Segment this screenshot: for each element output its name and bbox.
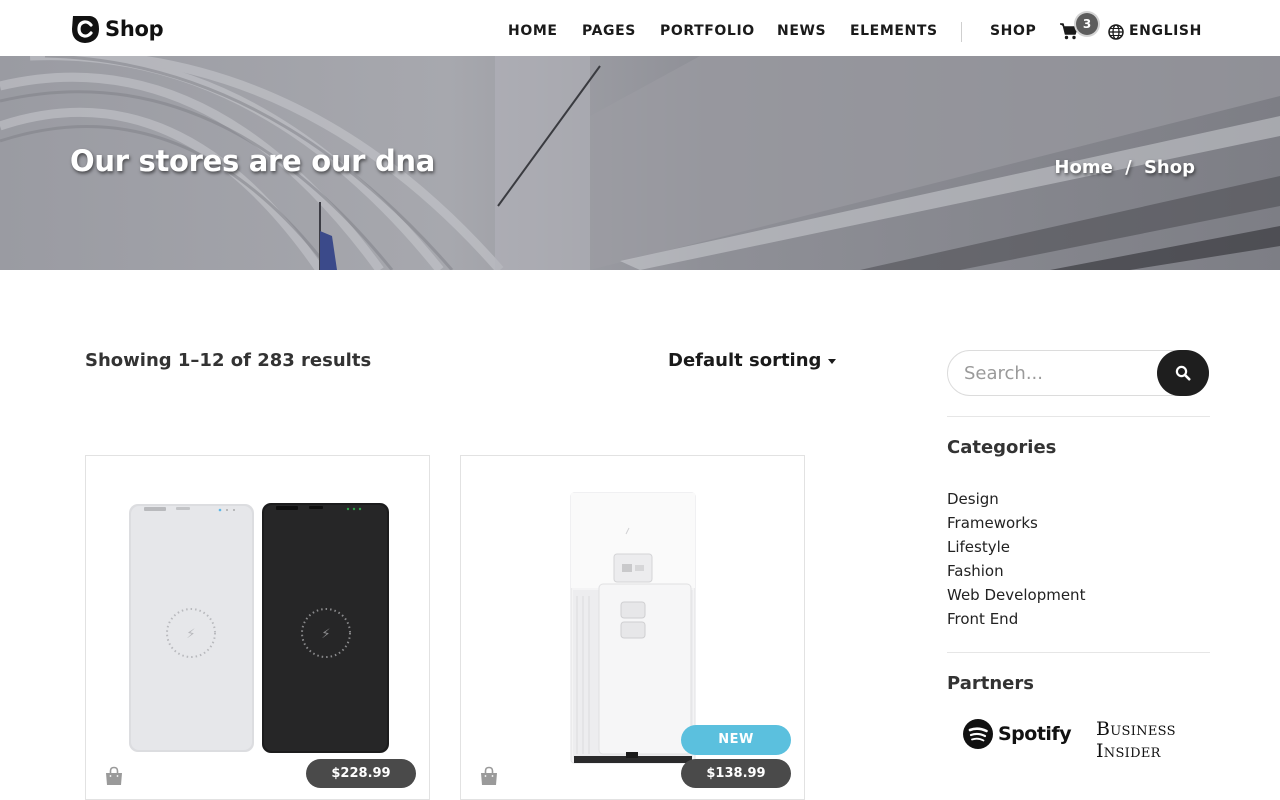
nav-portfolio[interactable]: PORTFOLIO xyxy=(660,22,755,40)
product-image-power-bank: ⚡ ⚡ xyxy=(129,503,389,753)
shopping-bag-icon[interactable] xyxy=(104,766,124,786)
search-button[interactable] xyxy=(1157,350,1209,396)
partner-logo-business-insider[interactable]: Business Insider xyxy=(1096,718,1176,762)
new-badge: NEW xyxy=(681,725,791,755)
shopping-bag-icon[interactable] xyxy=(479,766,499,786)
caret-down-icon xyxy=(828,359,837,364)
sidebar-divider xyxy=(947,416,1210,417)
top-header: Shop HOME PAGES PORTFOLIO NEWS ELEMENTS … xyxy=(0,0,1280,56)
breadcrumb-current: Shop xyxy=(1143,157,1195,178)
category-link-front-end[interactable]: Front End xyxy=(947,607,1085,631)
product-price: $228.99 xyxy=(306,759,416,788)
logo-text: Shop xyxy=(105,17,164,41)
nav-pages[interactable]: PAGES xyxy=(582,22,636,40)
svg-text:⚡: ⚡ xyxy=(186,627,195,642)
product-card[interactable]: ⚡ ⚡ $228.99 xyxy=(85,455,430,800)
bi-wordmark-line2: Insider xyxy=(1096,740,1161,762)
nav-divider xyxy=(961,22,962,42)
result-count: Showing 1–12 of 283 results xyxy=(85,350,372,371)
hero-title: Our stores are our dna xyxy=(70,144,436,178)
category-list: Design Frameworks Lifestyle Fashion Web … xyxy=(947,487,1085,631)
language-selector[interactable]: ENGLISH xyxy=(1129,22,1202,40)
sidebar-divider xyxy=(947,652,1210,653)
category-link-design[interactable]: Design xyxy=(947,487,1085,511)
breadcrumb-separator: / xyxy=(1125,157,1132,178)
svg-text:⚡: ⚡ xyxy=(321,627,330,642)
spotify-wordmark: Spotify xyxy=(998,723,1072,745)
category-link-web-development[interactable]: Web Development xyxy=(947,583,1085,607)
nav-home[interactable]: HOME xyxy=(508,22,558,40)
category-link-lifestyle[interactable]: Lifestyle xyxy=(947,535,1085,559)
globe-icon[interactable] xyxy=(1108,24,1124,40)
nav-elements[interactable]: ELEMENTS xyxy=(850,22,938,40)
sorting-label: Default sorting xyxy=(668,350,822,371)
page-hero-banner: Our stores are our dna Home / Shop xyxy=(0,56,1280,270)
categories-title: Categories xyxy=(947,437,1057,458)
breadcrumb: Home / Shop xyxy=(1054,157,1195,178)
category-link-frameworks[interactable]: Frameworks xyxy=(947,511,1085,535)
partner-logo-spotify[interactable]: Spotify xyxy=(962,718,1072,750)
nav-shop[interactable]: SHOP xyxy=(990,22,1036,40)
cart-count-badge: 3 xyxy=(1076,13,1098,35)
product-card[interactable]: NEW $138.99 xyxy=(460,455,805,800)
nav-news[interactable]: NEWS xyxy=(777,22,826,40)
product-price: $138.99 xyxy=(681,759,791,788)
site-logo[interactable]: Shop xyxy=(70,14,164,44)
sorting-dropdown[interactable]: Default sorting xyxy=(668,350,837,371)
logo-icon xyxy=(72,16,99,43)
breadcrumb-home-link[interactable]: Home xyxy=(1054,157,1112,178)
spotify-icon xyxy=(963,719,993,749)
search-input[interactable] xyxy=(964,351,1144,395)
category-link-fashion[interactable]: Fashion xyxy=(947,559,1085,583)
search-icon xyxy=(1175,365,1191,381)
bi-wordmark-line1: Business xyxy=(1096,718,1176,740)
partners-title: Partners xyxy=(947,673,1034,694)
